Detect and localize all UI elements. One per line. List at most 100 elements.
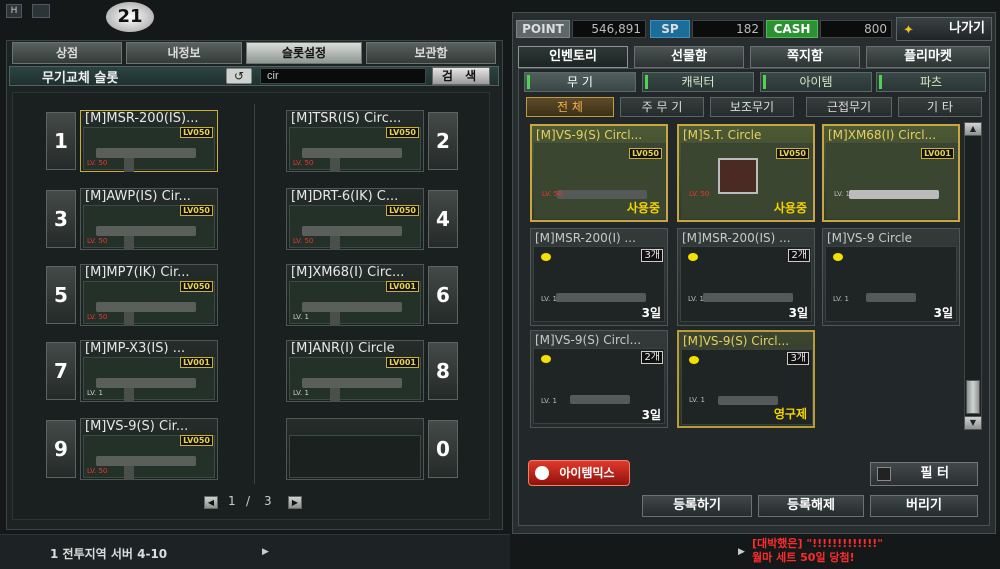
category-label: 무 기 <box>567 75 593 89</box>
slot-2[interactable]: [M]TSR(IS) Circ... LV050 LV. 50 <box>286 110 424 172</box>
slot-6[interactable]: [M]XM68(I) Circ... LV001 LV. 1 <box>286 264 424 326</box>
level-text: LV. 1 <box>833 295 849 303</box>
level-badge: LV050 <box>776 148 809 159</box>
filter-button[interactable]: 필 터 <box>870 462 978 486</box>
item-mix-button[interactable]: 아이템믹스 <box>528 460 630 486</box>
sp-value: 182 <box>692 20 764 38</box>
level-text: LV. 50 <box>689 190 710 198</box>
register-button[interactable]: 등록하기 <box>642 495 752 517</box>
slot-4[interactable]: [M]DRT-6(IK) C... LV050 LV. 50 <box>286 188 424 250</box>
next-page-icon[interactable]: ▶ <box>288 496 302 509</box>
inventory-item[interactable]: [M]VS-9(S) Circl... 2개 LV. 1 3일 <box>530 330 668 428</box>
tab-gifts[interactable]: 선물함 <box>634 46 744 68</box>
scroll-down-icon[interactable]: ▼ <box>964 416 982 430</box>
scroll-thumb[interactable] <box>966 380 980 414</box>
item-count: 3개 <box>641 249 663 262</box>
slot-name: [M]TSR(IS) Circ... <box>291 111 402 126</box>
item-days: 3일 <box>788 306 808 320</box>
slot-7[interactable]: [M]MP-X3(IS) ... LV001 LV. 1 <box>80 340 218 402</box>
permanent-label: 영구제 <box>773 407 807 421</box>
level-badge: LV050 <box>629 148 662 159</box>
inventory-item[interactable]: [M]VS-9(S) Circl... 3개 LV. 1 영구제 <box>677 330 815 428</box>
in-use-label: 사용중 <box>773 201 807 215</box>
tab-myinfo[interactable]: 내정보 <box>126 42 242 64</box>
item-count: 3개 <box>787 352 809 365</box>
level-badge: LV050 <box>386 127 419 138</box>
level-badge: LV050 <box>180 435 213 446</box>
slot-9[interactable]: [M]VS-9(S) Cir... LV050 LV. 50 <box>80 418 218 480</box>
level-badge: LV050 <box>180 281 213 292</box>
subtab-etc[interactable]: 기 타 <box>898 97 982 117</box>
undo-icon[interactable]: ↺ <box>226 68 252 84</box>
item-count: 2개 <box>788 249 810 262</box>
subtab-primary[interactable]: 주 무 기 <box>620 97 704 117</box>
category-weapon[interactable]: 무 기 <box>524 72 636 92</box>
menu-icon[interactable] <box>32 4 50 18</box>
slot-number: 1 <box>46 112 76 170</box>
level-text: LV. 50 <box>87 313 108 321</box>
exit-label: 나가기 <box>949 21 985 36</box>
tab-fleamarket[interactable]: 플리마켓 <box>866 46 990 68</box>
filter-label: 필 터 <box>920 466 949 481</box>
slot-8[interactable]: [M]ANR(I) Circle LV001 LV. 1 <box>286 340 424 402</box>
item-mix-label: 아이템믹스 <box>559 466 615 480</box>
subtab-all[interactable]: 전 체 <box>526 97 614 117</box>
item-name: [M]VS-9 Circle <box>827 231 913 245</box>
discard-button[interactable]: 버리기 <box>870 495 978 517</box>
inventory-item[interactable]: [M]VS-9 Circle LV. 1 3일 <box>822 228 960 326</box>
tab-inventory[interactable]: 인벤토리 <box>518 46 628 68</box>
tab-slot-settings[interactable]: 슬롯설정 <box>246 42 362 64</box>
slot-name: [M]MSR-200(IS)... <box>85 111 199 126</box>
inventory-item[interactable]: [M]S.T. Circle LV050 LV. 50 사용중 <box>677 124 815 222</box>
category-parts[interactable]: 파츠 <box>876 72 986 92</box>
item-days: 3일 <box>641 306 661 320</box>
page-current: 1 <box>228 494 236 508</box>
slot-divider <box>254 104 255 484</box>
h-button[interactable]: H <box>6 4 22 18</box>
inventory-item[interactable]: [M]MSR-200(IS) ... 2개 LV. 1 3일 <box>677 228 815 326</box>
server-text: 1 전투지역 서버 4-10 <box>50 547 168 561</box>
slot-3[interactable]: [M]AWP(IS) Cir... LV050 LV. 50 <box>80 188 218 250</box>
level-text: LV. 1 <box>293 313 309 321</box>
inventory-item[interactable]: [M]MSR-200(I) ... 3개 LV. 1 3일 <box>530 228 668 326</box>
scroll-up-icon[interactable]: ▲ <box>964 122 982 136</box>
inventory-item[interactable]: [M]XM68(I) Circl... LV001 LV. 1 <box>822 124 960 222</box>
tab-shop[interactable]: 상점 <box>12 42 122 64</box>
item-days: 3일 <box>933 306 953 320</box>
subtab-secondary[interactable]: 보조무기 <box>710 97 794 117</box>
level-text: LV. 1 <box>688 295 704 303</box>
subtab-melee[interactable]: 근접무기 <box>806 97 892 117</box>
search-button[interactable]: 검 색 <box>432 67 490 85</box>
slot-name: [M]AWP(IS) Cir... <box>85 189 191 204</box>
level-text: LV. 50 <box>293 237 314 245</box>
in-use-label: 사용중 <box>626 201 660 215</box>
status-arrow-icon: ▶ <box>262 547 269 557</box>
slot-name: [M]ANR(I) Circle <box>291 341 395 356</box>
point-label: POINT <box>516 20 570 38</box>
news-line-2: 월마 세트 50일 당첨! <box>752 551 855 564</box>
item-name: [M]S.T. Circle <box>683 128 762 142</box>
level-text: LV. 50 <box>87 237 108 245</box>
prev-page-icon[interactable]: ◀ <box>204 496 218 509</box>
search-input[interactable] <box>260 68 426 84</box>
news-line-1: [대박했은] "!!!!!!!!!!!!!" <box>752 537 884 550</box>
slot-number: 8 <box>428 342 458 400</box>
slot-name: [M]XM68(I) Circ... <box>291 265 405 280</box>
slot-name: [M]MP7(IK) Cir... <box>85 265 190 280</box>
unregister-button[interactable]: 등록해제 <box>758 495 864 517</box>
level-badge: LV050 <box>180 127 213 138</box>
slot-0-empty[interactable] <box>286 418 424 480</box>
slot-number: 0 <box>428 420 458 478</box>
slot-name: [M]MP-X3(IS) ... <box>85 341 186 356</box>
slot-name: [M]DRT-6(IK) C... <box>291 189 399 204</box>
inventory-item[interactable]: [M]VS-9(S) Circl... LV050 LV. 50 사용중 <box>530 124 668 222</box>
level-text: LV. 1 <box>87 389 103 397</box>
tab-storage[interactable]: 보관함 <box>366 42 496 64</box>
category-item[interactable]: 아이템 <box>760 72 872 92</box>
exit-button[interactable]: ✦ 나가기 <box>896 17 992 41</box>
news-arrow-icon: ▶ <box>738 547 745 557</box>
tab-notes[interactable]: 쪽지함 <box>750 46 860 68</box>
slot-1[interactable]: [M]MSR-200(IS)... LV050 LV. 50 <box>80 110 218 172</box>
slot-5[interactable]: [M]MP7(IK) Cir... LV050 LV. 50 <box>80 264 218 326</box>
category-character[interactable]: 캐릭터 <box>642 72 754 92</box>
